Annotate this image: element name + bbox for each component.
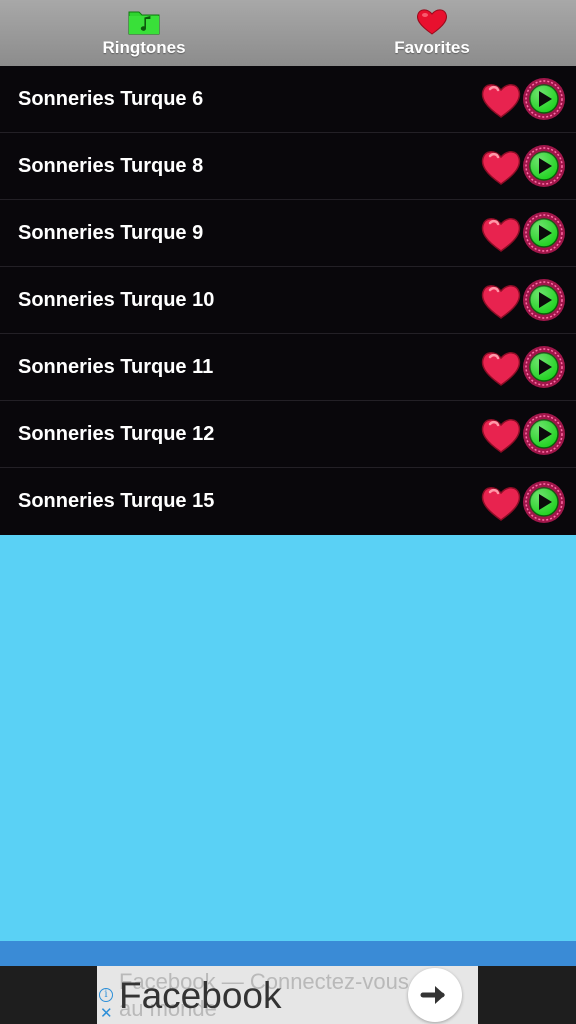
ringtone-title: Sonneries Turque 6: [18, 87, 204, 110]
ad-title: Facebook: [119, 975, 282, 1016]
list-item[interactable]: Sonneries Turque 8: [0, 133, 576, 200]
play-icon[interactable]: [522, 144, 566, 188]
play-icon[interactable]: [522, 278, 566, 322]
arrow-right-icon: [420, 986, 445, 1004]
ringtone-title: Sonneries Turque 9: [18, 221, 204, 244]
close-icon[interactable]: ✕: [100, 1006, 113, 1021]
ringtone-title: Sonneries Turque 11: [18, 355, 214, 378]
tab-favorites[interactable]: Favorites: [288, 0, 576, 66]
favorite-heart-icon[interactable]: [478, 210, 524, 256]
tab-ringtones-label: Ringtones: [102, 38, 186, 57]
ringtone-title: Sonneries Turque 12: [18, 422, 215, 445]
play-icon[interactable]: [522, 77, 566, 121]
heart-icon: [416, 9, 448, 35]
favorite-heart-icon[interactable]: [478, 344, 524, 390]
tab-favorites-label: Favorites: [394, 38, 470, 57]
favorite-heart-icon[interactable]: [478, 277, 524, 323]
ringtone-title: Sonneries Turque 10: [18, 288, 215, 311]
bottom-strip: [0, 941, 576, 966]
play-icon[interactable]: [522, 412, 566, 456]
ringtone-title: Sonneries Turque 15: [18, 490, 215, 512]
ringtone-list: Sonneries Turque 6 Sonneries Turque 8 So…: [0, 66, 576, 535]
favorite-heart-icon[interactable]: [478, 411, 524, 457]
list-item[interactable]: Sonneries Turque 6: [0, 66, 576, 133]
list-item[interactable]: Sonneries Turque 10: [0, 267, 576, 334]
list-item[interactable]: Sonneries Turque 9: [0, 200, 576, 267]
list-item[interactable]: Sonneries Turque 15: [0, 468, 576, 535]
ad-area: Facebook — Connectez-vous au monde Faceb…: [0, 966, 576, 1024]
top-tab-bar: Ringtones Favorites: [0, 0, 576, 66]
list-item[interactable]: Sonneries Turque 11: [0, 334, 576, 401]
favorite-heart-icon[interactable]: [478, 479, 524, 525]
folder-music-icon: [128, 11, 160, 35]
tab-ringtones[interactable]: Ringtones: [0, 0, 288, 66]
info-icon[interactable]: i: [99, 988, 113, 1002]
favorite-heart-icon[interactable]: [478, 76, 524, 122]
list-item[interactable]: Sonneries Turque 12: [0, 401, 576, 468]
ad-open-button[interactable]: [408, 968, 462, 1022]
favorite-heart-icon[interactable]: [478, 143, 524, 189]
play-icon[interactable]: [522, 480, 566, 524]
play-icon[interactable]: [522, 211, 566, 255]
ad-banner[interactable]: Facebook — Connectez-vous au monde Faceb…: [97, 966, 478, 1024]
ringtone-title: Sonneries Turque 8: [18, 154, 204, 177]
play-icon[interactable]: [522, 345, 566, 389]
